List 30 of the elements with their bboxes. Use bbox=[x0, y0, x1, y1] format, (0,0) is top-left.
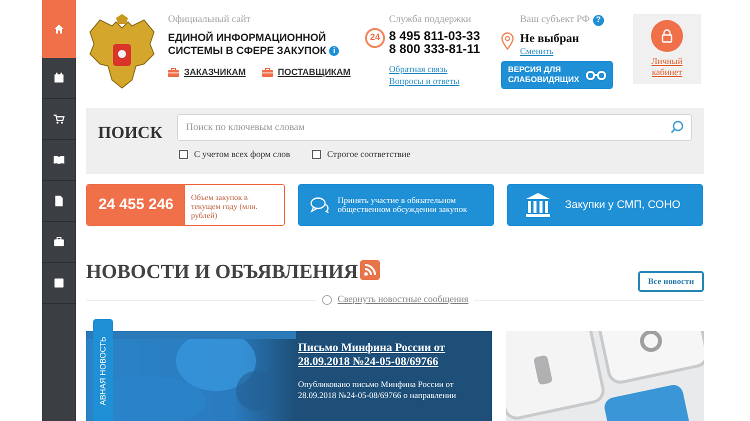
cabinet-link[interactable]: Личный кабинет bbox=[647, 56, 687, 78]
support-link[interactable]: Обратная связь bbox=[389, 63, 480, 75]
help-icon[interactable]: ? bbox=[592, 14, 604, 26]
info-icon[interactable]: i bbox=[329, 46, 340, 56]
section-title: НОВОСТИ И ОБЪЯВЛЕНИЯ bbox=[86, 260, 358, 284]
news-title[interactable]: Письмо Минфина России от 28.09.2018 №24-05-08/69766 bbox=[298, 341, 473, 369]
badge-label: АВНАЯ НОВОСТЬ bbox=[97, 336, 108, 406]
audience-link[interactable]: ПОСТАВЩИКАМ bbox=[262, 66, 351, 80]
stat-value: 24 455 246 bbox=[87, 185, 185, 225]
support-link[interactable]: Вопросы и ответы bbox=[389, 75, 480, 87]
region-label: Ваш субъект РФ bbox=[520, 14, 590, 26]
audience-link[interactable]: ЗАКАЗЧИКАМ bbox=[168, 66, 246, 80]
all-news-button[interactable]: Все новости bbox=[638, 271, 704, 292]
support-label: Служба поддержки bbox=[389, 14, 472, 26]
search-title: ПОИСК bbox=[98, 122, 164, 144]
search-field[interactable]: Поиск по ключевым словам bbox=[177, 114, 692, 141]
accessibility-button[interactable]: ВЕРСИЯ ДЛЯ СЛАБОВИДЯЩИХ bbox=[501, 61, 613, 89]
site-title: ЕДИНОЙ ИНФОРМАЦИОННОЙ СИСТЕМЫ В СФЕРЕ ЗАКУПОК i bbox=[168, 32, 343, 58]
region-value: Не выбран bbox=[520, 32, 580, 45]
collapse-news-link[interactable]: Свернуть новостные сообщения bbox=[338, 292, 468, 308]
support-24-badge: 24 bbox=[365, 28, 385, 48]
procurement-tile[interactable]: Закупки у СМП, СОНО bbox=[507, 184, 703, 226]
change-region-link[interactable]: Сменить bbox=[520, 45, 580, 57]
discussion-tile[interactable]: Принять участие в обязательном общественном обсуждении закупок bbox=[298, 184, 494, 226]
phone-number: 8 800 333-81-11 bbox=[389, 43, 480, 56]
checkbox-label: Строгое соответствие bbox=[327, 148, 410, 161]
news-excerpt: Опубликовано письмо Минфина России от 28.09.2018 №24-05-08/69766 о направлении bbox=[298, 379, 458, 401]
phone-number: 8 495 811-03-33 bbox=[389, 30, 480, 43]
site-label: Официальный сайт bbox=[168, 14, 252, 26]
checkbox-label: С учетом всех форм слов bbox=[194, 148, 290, 161]
